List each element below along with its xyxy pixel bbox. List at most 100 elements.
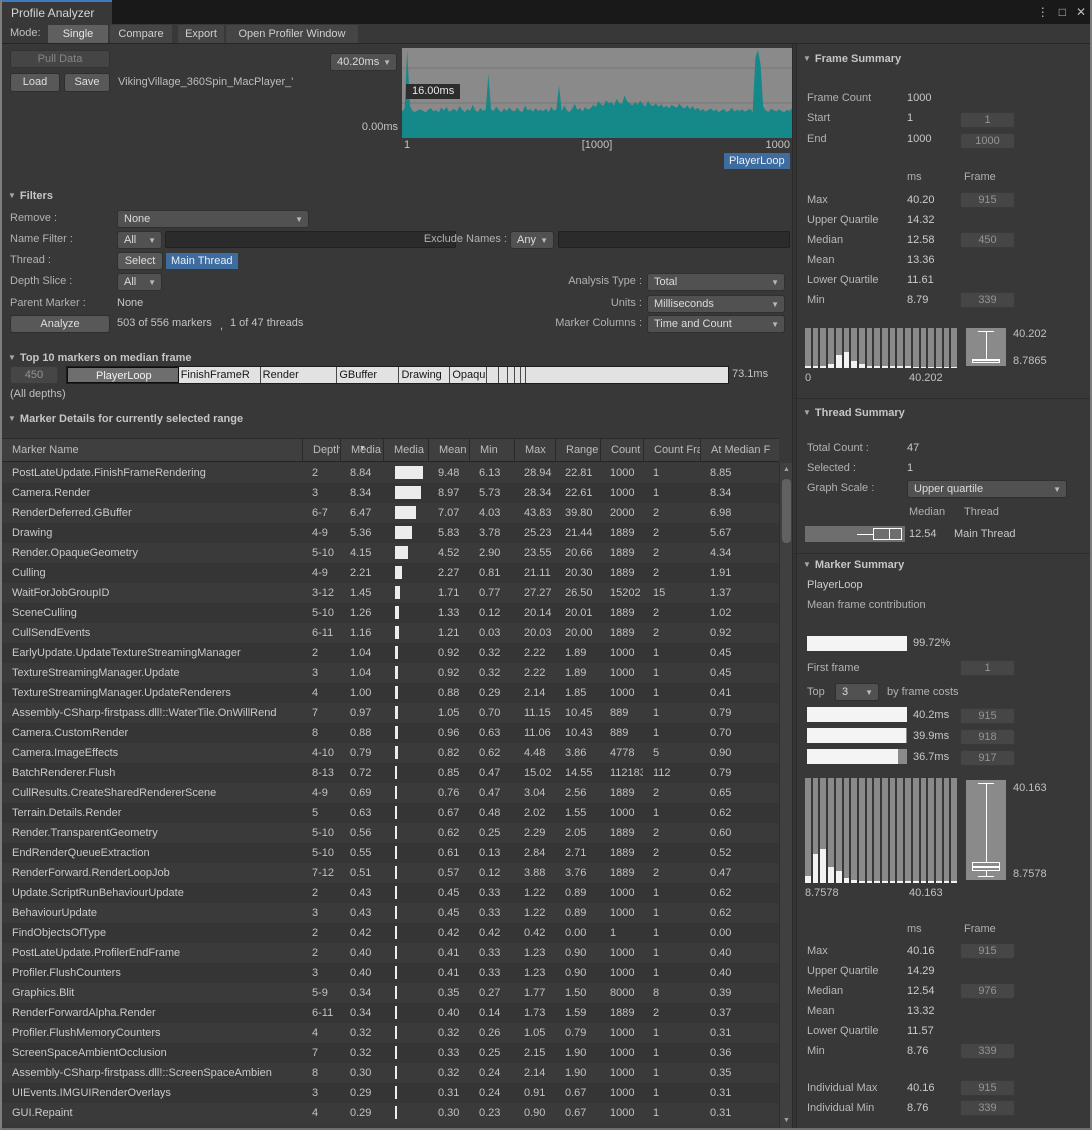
- analysis-type-dropdown[interactable]: Total▼: [647, 273, 785, 291]
- table-row[interactable]: Profiler.FlushCounters30.400.410.331.230…: [2, 963, 779, 983]
- table-row[interactable]: TextureStreamingManager.UpdateRenderers4…: [2, 683, 779, 703]
- column-header-5[interactable]: Min: [469, 439, 514, 461]
- column-header-1[interactable]: Depth: [302, 439, 340, 461]
- top10-segment-gbuffer[interactable]: GBuffer: [337, 367, 399, 383]
- frame-jump-button[interactable]: 915: [960, 943, 1015, 959]
- marker-columns-dropdown[interactable]: Time and Count▼: [647, 315, 785, 333]
- frame-jump-button[interactable]: 917: [960, 750, 1015, 766]
- kebab-menu-icon[interactable]: ⋮: [1037, 5, 1049, 19]
- table-row[interactable]: Camera.ImageEffects4-100.790.820.624.483…: [2, 743, 779, 763]
- median-frame-button[interactable]: 450: [10, 366, 58, 384]
- tab-single[interactable]: Single: [48, 25, 108, 43]
- table-row[interactable]: Camera.CustomRender80.880.960.6311.0610.…: [2, 723, 779, 743]
- table-row[interactable]: Drawing4-95.365.833.7825.2321.44188925.6…: [2, 523, 779, 543]
- load-button[interactable]: Load: [10, 73, 60, 92]
- column-header-3[interactable]: Media: [383, 439, 428, 461]
- frame-timeline-chart[interactable]: [402, 48, 792, 138]
- table-row[interactable]: BehaviourUpdate30.430.450.331.220.891000…: [2, 903, 779, 923]
- table-row[interactable]: Culling4-92.212.270.8121.1120.30188921.9…: [2, 563, 779, 583]
- thread-select-button[interactable]: Select: [117, 252, 163, 270]
- depth-slice-dropdown[interactable]: All▼: [117, 273, 162, 291]
- frame-jump-button[interactable]: 339: [960, 1100, 1015, 1116]
- filters-section-header[interactable]: ▼Filters: [8, 190, 53, 202]
- graph-scale-dropdown[interactable]: Upper quartile▼: [907, 480, 1067, 498]
- marker-details-section-header[interactable]: ▼Marker Details for currently selected r…: [8, 413, 243, 425]
- table-row[interactable]: SceneCulling5-101.261.330.1220.1420.0118…: [2, 603, 779, 623]
- end-frame-button[interactable]: 1000: [960, 133, 1015, 149]
- table-row[interactable]: CullSendEvents6-111.161.210.0320.0320.00…: [2, 623, 779, 643]
- table-vertical-scrollbar[interactable]: ▲ ▼: [779, 463, 792, 1128]
- name-filter-mode-dropdown[interactable]: All▼: [117, 231, 162, 249]
- timeline-scale-dropdown[interactable]: 40.20ms▼: [330, 53, 397, 71]
- table-row[interactable]: TextureStreamingManager.Update31.040.920…: [2, 663, 779, 683]
- table-row[interactable]: Camera.Render38.348.975.7328.3422.611000…: [2, 483, 779, 503]
- start-frame-button[interactable]: 1: [960, 112, 1015, 128]
- table-row[interactable]: BatchRenderer.Flush8-130.720.850.4715.02…: [2, 763, 779, 783]
- top10-segment[interactable]: [508, 367, 515, 383]
- table-row[interactable]: Assembly-CSharp-firstpass.dll!::WaterTil…: [2, 703, 779, 723]
- thread-summary-header[interactable]: ▼Thread Summary: [803, 407, 905, 419]
- frame-jump-button[interactable]: 915: [960, 708, 1015, 724]
- thread-name-value[interactable]: Main Thread: [954, 528, 1016, 540]
- table-row[interactable]: GUI.Repaint40.290.300.230.900.67100010.3…: [2, 1103, 779, 1123]
- table-row[interactable]: FindObjectsOfType20.420.420.420.420.0011…: [2, 923, 779, 943]
- remove-dropdown[interactable]: None▼: [117, 210, 309, 228]
- top10-segment[interactable]: [499, 367, 508, 383]
- tab-compare[interactable]: Compare: [110, 25, 172, 43]
- table-row[interactable]: ScreenSpaceAmbientOcclusion70.320.330.25…: [2, 1043, 779, 1063]
- frame-jump-button[interactable]: 976: [960, 983, 1015, 999]
- save-button[interactable]: Save: [64, 73, 110, 92]
- marker-summary-header[interactable]: ▼Marker Summary: [803, 559, 904, 571]
- name-filter-input[interactable]: [165, 231, 456, 248]
- table-row[interactable]: EndRenderQueueExtraction5-100.550.610.13…: [2, 843, 779, 863]
- column-header-4[interactable]: Mean: [428, 439, 469, 461]
- units-dropdown[interactable]: Milliseconds▼: [647, 295, 785, 313]
- close-icon[interactable]: ✕: [1076, 5, 1086, 19]
- table-row[interactable]: Assembly-CSharp-firstpass.dll!::ScreenSp…: [2, 1063, 779, 1083]
- frame-jump-button[interactable]: 339: [960, 1043, 1015, 1059]
- top10-section-header[interactable]: ▼Top 10 markers on median frame: [8, 352, 192, 364]
- maximize-icon[interactable]: □: [1059, 5, 1066, 19]
- table-row[interactable]: PostLateUpdate.FinishFrameRendering28.84…: [2, 463, 779, 483]
- top10-segment-playerloop[interactable]: PlayerLoop: [67, 367, 179, 383]
- table-row[interactable]: RenderDeferred.GBuffer6-76.477.074.0343.…: [2, 503, 779, 523]
- table-row[interactable]: UIEvents.IMGUIRenderOverlays30.290.310.2…: [2, 1083, 779, 1103]
- frame-jump-button[interactable]: 450: [960, 232, 1015, 248]
- thread-selection-chip[interactable]: Main Thread: [166, 253, 238, 269]
- table-row[interactable]: Render.TransparentGeometry5-100.560.620.…: [2, 823, 779, 843]
- tab-profile-analyzer[interactable]: Profile Analyzer: [2, 0, 112, 24]
- top10-segment-finishframer[interactable]: FinishFrameR: [179, 367, 261, 383]
- column-header-8[interactable]: Count: [600, 439, 643, 461]
- table-row[interactable]: Profiler.FlushMemoryCounters40.320.320.2…: [2, 1023, 779, 1043]
- table-row[interactable]: Update.ScriptRunBehaviourUpdate20.430.45…: [2, 883, 779, 903]
- table-row[interactable]: Terrain.Details.Render50.630.670.482.021…: [2, 803, 779, 823]
- top10-segment-opaqu[interactable]: Opaqu: [450, 367, 487, 383]
- column-header-10[interactable]: At Median F: [700, 439, 779, 461]
- frame-jump-button[interactable]: 915: [960, 192, 1015, 208]
- first-frame-button[interactable]: 1: [960, 660, 1015, 676]
- column-header-6[interactable]: Max: [514, 439, 555, 461]
- top10-segment-render[interactable]: Render: [261, 367, 338, 383]
- frame-jump-button[interactable]: 915: [960, 1080, 1015, 1096]
- top10-segment-drawing[interactable]: Drawing: [399, 367, 450, 383]
- top-n-dropdown[interactable]: 3▼: [835, 683, 879, 701]
- exclude-names-input[interactable]: [558, 231, 790, 248]
- column-header-2[interactable]: Media▼: [340, 439, 383, 461]
- tab-export[interactable]: Export: [178, 25, 224, 43]
- selected-marker-chip[interactable]: PlayerLoop: [724, 153, 790, 169]
- scrollbar-thumb[interactable]: [782, 479, 791, 543]
- table-row[interactable]: Graphics.Blit5-90.340.350.271.771.508000…: [2, 983, 779, 1003]
- analyze-button[interactable]: Analyze: [10, 315, 110, 333]
- pull-data-button[interactable]: Pull Data: [10, 50, 110, 68]
- top10-segment[interactable]: [487, 367, 498, 383]
- frame-jump-button[interactable]: 339: [960, 292, 1015, 308]
- column-header-9[interactable]: Count Fra: [643, 439, 700, 461]
- table-row[interactable]: PostLateUpdate.ProfilerEndFrame20.400.41…: [2, 943, 779, 963]
- table-row[interactable]: RenderForward.RenderLoopJob7-120.510.570…: [2, 863, 779, 883]
- open-profiler-window-button[interactable]: Open Profiler Window: [226, 25, 358, 43]
- frame-jump-button[interactable]: 918: [960, 729, 1015, 745]
- table-row[interactable]: Render.OpaqueGeometry5-104.154.522.9023.…: [2, 543, 779, 563]
- exclude-mode-dropdown[interactable]: Any▼: [510, 231, 554, 249]
- table-row[interactable]: WaitForJobGroupID3-121.451.710.7727.2726…: [2, 583, 779, 603]
- table-row[interactable]: RenderForwardAlpha.Render6-110.340.400.1…: [2, 1003, 779, 1023]
